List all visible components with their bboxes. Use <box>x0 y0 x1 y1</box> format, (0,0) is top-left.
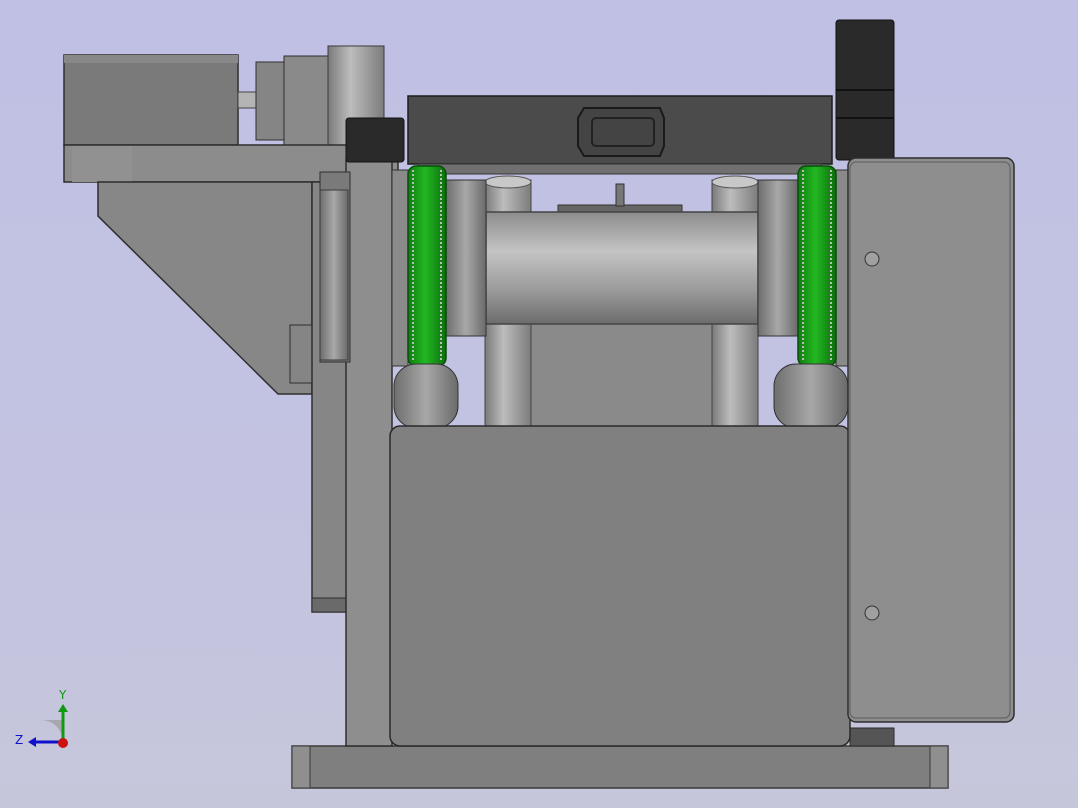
cover-screw-bottom <box>864 605 880 621</box>
top-crossbeam[interactable] <box>407 95 833 175</box>
main-roller-tube[interactable] <box>485 211 759 325</box>
right-side-cover[interactable] <box>847 157 1015 723</box>
mounting-bracket[interactable] <box>97 181 315 395</box>
orientation-triad[interactable]: Y Z <box>12 686 82 756</box>
right-clamp-knob[interactable] <box>835 19 895 161</box>
z-axis-label: Z <box>15 733 23 747</box>
left-drive-wheel[interactable] <box>391 165 487 367</box>
right-drive-wheel[interactable] <box>757 165 851 367</box>
cad-model-view[interactable] <box>0 0 1078 808</box>
y-axis-label: Y <box>58 688 67 702</box>
left-side-plate[interactable] <box>311 159 393 747</box>
cad-viewport[interactable]: Y Z <box>0 0 1078 808</box>
x-axis-dot <box>58 738 68 748</box>
z-axis-arrow <box>28 737 36 747</box>
left-clamp-knob[interactable] <box>345 117 405 163</box>
front-housing[interactable] <box>389 425 851 747</box>
y-axis-arrow <box>58 704 68 712</box>
triad-quarter-disc <box>41 720 63 742</box>
cover-screw-top <box>864 251 880 267</box>
handle-slot <box>577 107 665 157</box>
